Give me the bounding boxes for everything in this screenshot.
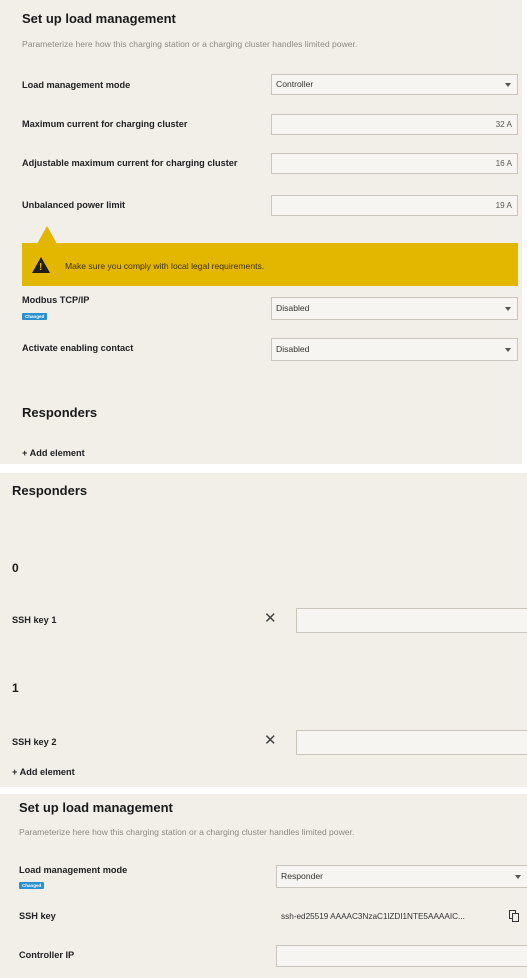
ssh-key-1-input[interactable]: [296, 608, 527, 633]
responder-index: 0: [12, 561, 19, 575]
adj-max-current-field[interactable]: 16 A: [271, 153, 518, 174]
unbalanced-limit-label: Unbalanced power limit: [22, 200, 126, 210]
close-icon[interactable]: ✕: [264, 731, 277, 749]
responder-index: 1: [12, 681, 19, 695]
page-subtitle: Parameterize here how this charging stat…: [22, 39, 358, 49]
load-management-responder-panel: Set up load management Parameterize here…: [0, 794, 527, 978]
warning-text: Make sure you comply with local legal re…: [65, 261, 265, 271]
close-icon[interactable]: ✕: [264, 609, 277, 627]
chevron-down-icon: [515, 874, 521, 879]
changed-badge: Changed: [22, 313, 48, 320]
add-element-button[interactable]: + Add element: [22, 448, 85, 458]
unbalanced-limit-field[interactable]: 19 A: [271, 195, 518, 216]
enabling-contact-label: Activate enabling contact: [22, 343, 134, 353]
chevron-down-icon: [505, 347, 511, 352]
responders-heading: Responders: [22, 405, 98, 420]
ssh-key-2-label: SSH key 2: [12, 737, 57, 747]
responders-panel: Responders 0 SSH key 1 ✕ 1 SSH key 2 ✕ +…: [0, 473, 527, 787]
ssh-key-value: ssh-ed25519 AAAAC3NzaC1lZDI1NTE5AAAAIC..…: [281, 912, 465, 921]
ssh-key-2-input[interactable]: [296, 730, 527, 755]
ssh-key-label: SSH key: [19, 911, 56, 921]
controller-ip-label: Controller IP: [19, 950, 75, 960]
load-mode-label: Load management mode: [19, 865, 128, 875]
ssh-key-1-label: SSH key 1: [12, 615, 57, 625]
enabling-contact-select[interactable]: Disabled: [271, 338, 518, 361]
responders-title: Responders: [12, 483, 88, 498]
load-mode-label: Load management mode: [22, 80, 131, 90]
page-title: Set up load management: [22, 11, 176, 26]
chevron-down-icon: [505, 306, 511, 311]
adj-max-current-label: Adjustable maximum current for charging …: [22, 158, 238, 168]
modbus-value: Disabled: [276, 303, 310, 313]
modbus-label: Modbus TCP/IP: [22, 295, 90, 305]
changed-badge: Changed: [19, 882, 45, 889]
chevron-down-icon: [505, 82, 511, 87]
load-mode-select[interactable]: Controller: [271, 74, 518, 95]
page-subtitle: Parameterize here how this charging stat…: [19, 827, 355, 837]
load-mode-select[interactable]: Responder: [276, 865, 527, 888]
warning-banner: ! Make sure you comply with local legal …: [22, 243, 518, 286]
modbus-select[interactable]: Disabled: [271, 297, 518, 320]
add-element-button[interactable]: + Add element: [12, 767, 75, 777]
load-management-controller-panel: Set up load management Parameterize here…: [0, 0, 522, 464]
load-mode-value: Controller: [276, 79, 314, 89]
max-current-label: Maximum current for charging cluster: [22, 119, 188, 129]
warning-pointer: [37, 226, 57, 244]
max-current-field[interactable]: 32 A: [271, 114, 518, 135]
enabling-contact-value: Disabled: [276, 344, 310, 354]
controller-ip-input[interactable]: [276, 945, 527, 967]
copy-icon[interactable]: [509, 910, 519, 922]
load-mode-value: Responder: [281, 871, 324, 881]
page-title: Set up load management: [19, 800, 173, 815]
